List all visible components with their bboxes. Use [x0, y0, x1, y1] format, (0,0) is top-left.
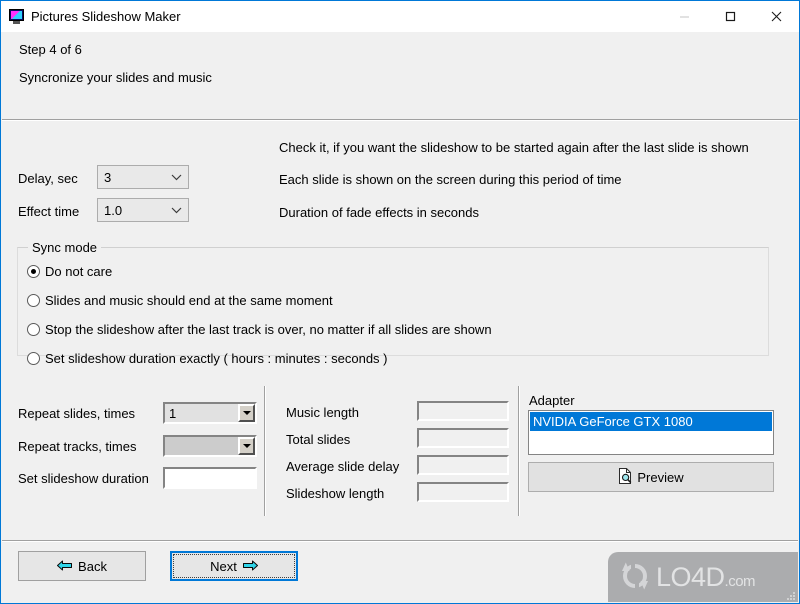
- sync-mode-option-3[interactable]: Set slideshow duration exactly ( hours :…: [27, 351, 388, 366]
- radio-icon: [27, 352, 40, 365]
- wizard-body: Check it, if you want the slideshow to b…: [2, 121, 798, 540]
- effect-time-combo[interactable]: 1.0: [97, 198, 189, 222]
- delay-combo[interactable]: 3: [97, 165, 189, 189]
- window-title: Pictures Slideshow Maker: [31, 9, 181, 24]
- stat-value-3: [417, 482, 509, 502]
- stat-label-2: Average slide delay: [286, 459, 400, 474]
- app-window: Pictures Slideshow Maker Step 4 of 6 Syn…: [0, 0, 800, 604]
- chevron-down-icon: [164, 207, 188, 214]
- app-icon: [9, 8, 25, 25]
- refresh-arrows-icon: [618, 559, 652, 596]
- minimize-button[interactable]: [661, 1, 707, 32]
- preview-button[interactable]: Preview: [528, 462, 774, 492]
- repeat-tracks-value: [165, 437, 238, 455]
- step-description: Syncronize your slides and music: [19, 70, 212, 85]
- next-button-label: Next: [210, 558, 237, 574]
- preview-button-label: Preview: [637, 469, 684, 485]
- effect-time-value: 1.0: [104, 202, 123, 218]
- back-button[interactable]: Back: [18, 551, 146, 581]
- adapter-list-item[interactable]: NVIDIA GeForce GTX 1080: [530, 412, 772, 431]
- panel-divider-right: [518, 386, 520, 516]
- slideshow-duration-label: Set slideshow duration: [18, 471, 149, 486]
- arrow-right-icon: [242, 559, 258, 574]
- sync-mode-option-2[interactable]: Stop the slideshow after the last track …: [27, 322, 492, 337]
- sync-mode-option-1[interactable]: Slides and music should end at the same …: [27, 293, 333, 308]
- title-bar: Pictures Slideshow Maker: [1, 1, 799, 32]
- stat-value-1: [417, 428, 509, 448]
- chevron-down-icon: [164, 174, 188, 181]
- repeat-slides-label: Repeat slides, times: [18, 406, 136, 421]
- sync-mode-option-0[interactable]: Do not care: [27, 264, 112, 279]
- watermark: LO4D.com: [608, 552, 798, 602]
- repeat-slides-value: 1: [165, 404, 238, 422]
- sync-mode-label-3: Set slideshow duration exactly ( hours :…: [45, 351, 388, 366]
- stat-label-0: Music length: [286, 405, 359, 420]
- delay-label: Delay, sec: [18, 171, 78, 186]
- step-indicator: Step 4 of 6: [19, 42, 82, 57]
- dropdown-arrow-icon[interactable]: [238, 437, 255, 455]
- stat-value-0: [417, 401, 509, 421]
- repeat-tracks-combo[interactable]: [163, 435, 257, 457]
- adapter-label: Adapter: [529, 393, 575, 408]
- back-button-label: Back: [78, 558, 107, 574]
- panel-divider-left: [264, 386, 266, 516]
- close-button[interactable]: [753, 1, 799, 32]
- repeat-tracks-label: Repeat tracks, times: [18, 439, 137, 454]
- effect-time-note: Duration of fade effects in seconds: [279, 205, 479, 220]
- sync-mode-label-0: Do not care: [45, 264, 113, 279]
- watermark-suffix: .com: [724, 572, 756, 590]
- stat-label-1: Total slides: [286, 432, 351, 447]
- adapter-listbox[interactable]: NVIDIA GeForce GTX 1080: [528, 410, 774, 455]
- sync-mode-label-1: Slides and music should end at the same …: [45, 293, 333, 308]
- wizard-header: Step 4 of 6 Syncronize your slides and m…: [2, 32, 798, 119]
- radio-icon: [27, 265, 40, 278]
- repeat-slides-combo[interactable]: 1: [163, 402, 257, 424]
- window-controls: [661, 1, 799, 32]
- resize-grip[interactable]: [785, 590, 795, 600]
- maximize-button[interactable]: [707, 1, 753, 32]
- slideshow-duration-input[interactable]: [163, 467, 257, 489]
- stat-label-3: Slideshow length: [286, 486, 385, 501]
- document-magnifier-icon: [618, 467, 632, 487]
- arrow-left-icon: [57, 559, 73, 574]
- loop-note: Check it, if you want the slideshow to b…: [279, 140, 749, 155]
- effect-time-label: Effect time: [18, 204, 80, 219]
- watermark-brand: LO4D: [656, 561, 725, 592]
- footer-divider: [2, 540, 798, 542]
- watermark-text: LO4D.com: [656, 561, 756, 593]
- sync-mode-label-2: Stop the slideshow after the last track …: [45, 322, 492, 337]
- delay-value: 3: [104, 169, 112, 185]
- sync-mode-title: Sync mode: [28, 240, 102, 255]
- delay-note: Each slide is shown on the screen during…: [279, 172, 622, 187]
- radio-icon: [27, 323, 40, 336]
- stat-value-2: [417, 455, 509, 475]
- next-button[interactable]: Next: [170, 551, 298, 581]
- radio-icon: [27, 294, 40, 307]
- dropdown-arrow-icon[interactable]: [238, 404, 255, 422]
